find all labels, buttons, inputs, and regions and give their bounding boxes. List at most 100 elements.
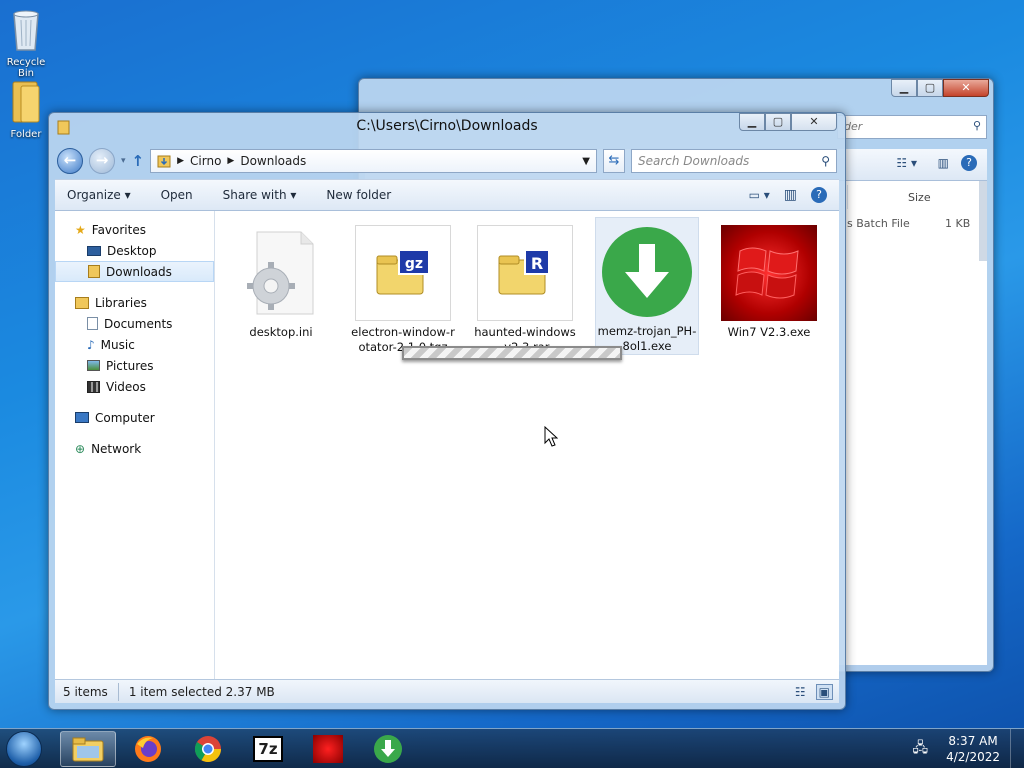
back-minimize-button[interactable]: ▁ — [891, 79, 917, 97]
settings-file-icon — [247, 231, 314, 315]
svg-text:gz: gz — [405, 256, 423, 272]
nav-videos[interactable]: Videos — [55, 376, 214, 397]
breadcrumb-chevron-icon[interactable]: ▶ — [227, 156, 234, 166]
back-search-input[interactable]: der ⚲ — [837, 115, 987, 139]
file-item[interactable]: gz electron-window-rotator-2.1.0.tgz — [351, 219, 455, 355]
documents-icon — [87, 317, 98, 330]
nav-pictures[interactable]: Pictures — [55, 355, 214, 376]
nav-desktop[interactable]: Desktop — [55, 240, 214, 261]
back-button[interactable]: ← — [57, 148, 83, 174]
breadcrumb[interactable]: ▶ Cirno ▶ Downloads ▼ — [150, 149, 597, 173]
breadcrumb-downloads[interactable]: Downloads — [240, 154, 306, 168]
search-icon: ⚲ — [821, 154, 830, 168]
drag-progress-strip — [402, 346, 622, 360]
nav-libraries-label: Libraries — [95, 295, 147, 310]
taskbar-win7-app[interactable] — [300, 731, 356, 767]
recent-pages-dropdown-icon[interactable]: ▾ — [121, 156, 126, 166]
details-view-icon[interactable]: ☷ — [795, 685, 806, 699]
network-tray-icon[interactable]: 🖧 — [912, 737, 928, 761]
nav-downloads[interactable]: Downloads — [55, 261, 214, 282]
preview-pane-icon[interactable]: ▥ — [784, 187, 797, 203]
desktop-icon — [87, 245, 101, 256]
file-list[interactable]: desktop.ini gz electron-window-rotator-2… — [215, 211, 839, 679]
clock[interactable]: 8:37 AM 4/2/2022 — [946, 733, 1000, 765]
nav-pictures-label: Pictures — [106, 358, 154, 373]
taskbar: 7z 🖧 8:37 AM 4/2/2022 — [0, 728, 1024, 768]
change-view-icon[interactable]: ▭ ▾ — [749, 188, 770, 202]
forward-button[interactable]: → — [89, 148, 115, 174]
download-arrow-icon — [602, 227, 692, 317]
file-name: Win7 V2.3.exe — [727, 325, 811, 339]
downloads-folder-icon — [88, 265, 100, 278]
download-arrow-icon — [374, 734, 402, 763]
help-icon[interactable]: ? — [961, 155, 977, 171]
taskbar-explorer[interactable] — [60, 730, 116, 767]
nav-downloads-label: Downloads — [106, 264, 172, 279]
title-bar[interactable]: C:\Users\Cirno\Downloads ▁ ▢ ✕ — [49, 113, 845, 143]
explorer-window[interactable]: C:\Users\Cirno\Downloads ▁ ▢ ✕ ← → ▾ ↑ ▶… — [48, 112, 846, 710]
row-size: 1 KB — [945, 217, 971, 230]
view-options-icon[interactable]: ☷ ▾ — [896, 156, 917, 170]
recycle-bin-label: Recycle Bin — [6, 57, 46, 79]
windows-start-icon — [6, 730, 42, 767]
close-button[interactable]: ✕ — [791, 113, 837, 131]
column-header-size[interactable]: Size — [847, 185, 965, 209]
nav-network[interactable]: ⊕ Network — [55, 438, 214, 459]
new-folder-button[interactable]: New folder — [326, 188, 391, 202]
organize-button[interactable]: Organize ▾ — [67, 188, 131, 202]
refresh-button[interactable]: ⇆ — [603, 149, 625, 173]
window-title: C:\Users\Cirno\Downloads — [356, 118, 538, 134]
nav-favorites[interactable]: ★ Favorites — [55, 219, 214, 240]
show-desktop-button[interactable] — [1010, 728, 1024, 768]
file-item[interactable]: Win7 V2.3.exe — [717, 219, 821, 340]
folder-label: Folder — [10, 129, 42, 140]
music-icon: ♪ — [87, 337, 95, 352]
breadcrumb-chevron-icon[interactable]: ▶ — [177, 156, 184, 166]
share-with-button[interactable]: Share with ▾ — [223, 188, 297, 202]
star-icon: ★ — [75, 222, 86, 237]
open-button[interactable]: Open — [161, 188, 193, 202]
nav-music[interactable]: ♪ Music — [55, 334, 214, 355]
large-icons-view-icon[interactable]: ▣ — [815, 683, 833, 700]
file-item-selected[interactable]: memz-trojan_PH-8ol1.exe — [595, 217, 699, 355]
downloads-folder-icon — [157, 155, 171, 168]
recycle-bin-icon — [13, 10, 39, 51]
search-icon: ⚲ — [972, 119, 981, 132]
maximize-button[interactable]: ▢ — [765, 113, 791, 131]
minimize-button[interactable]: ▁ — [739, 113, 765, 131]
nav-libraries[interactable]: Libraries — [55, 292, 214, 313]
back-scrollbar[interactable] — [979, 181, 987, 261]
command-bar: Organize ▾ Open Share with ▾ New folder … — [55, 179, 839, 211]
7zip-icon: 7z — [253, 735, 283, 762]
taskbar-memz-app[interactable] — [360, 731, 416, 767]
back-search-text: der — [844, 120, 863, 133]
nav-documents[interactable]: Documents — [55, 313, 214, 334]
start-button[interactable] — [0, 729, 48, 768]
back-maximize-button[interactable]: ▢ — [917, 79, 943, 97]
file-name: desktop.ini — [249, 325, 313, 339]
taskbar-firefox[interactable] — [120, 731, 176, 767]
file-item[interactable]: R haunted-windows-v2.3.rar — [473, 219, 577, 355]
mouse-cursor-icon — [544, 426, 558, 447]
folder-desktop-icon[interactable]: Folder — [0, 78, 52, 140]
nav-music-label: Music — [100, 337, 135, 352]
address-row: ← → ▾ ↑ ▶ Cirno ▶ Downloads ▼ ⇆ Search D… — [57, 146, 837, 176]
breadcrumb-cirno[interactable]: Cirno — [190, 154, 221, 168]
help-icon[interactable]: ? — [811, 187, 827, 203]
address-dropdown-icon[interactable]: ▼ — [582, 156, 590, 167]
file-item[interactable]: desktop.ini — [229, 219, 333, 340]
nav-computer[interactable]: Computer — [55, 407, 214, 428]
taskbar-chrome[interactable] — [180, 731, 236, 767]
back-close-button[interactable]: ✕ — [943, 79, 989, 97]
nav-videos-label: Videos — [106, 379, 146, 394]
preview-pane-icon[interactable]: ▥ — [938, 156, 949, 170]
svg-text:R: R — [531, 254, 543, 273]
search-input[interactable]: Search Downloads ⚲ — [631, 149, 837, 173]
videos-icon — [87, 380, 100, 393]
clock-time: 8:37 AM — [948, 733, 998, 748]
up-icon[interactable]: ↑ — [132, 152, 145, 170]
search-placeholder: Search Downloads — [638, 154, 750, 168]
taskbar-7zip[interactable]: 7z — [240, 731, 296, 767]
recycle-bin-desktop-icon[interactable]: Recycle Bin — [0, 8, 52, 79]
folder-icon — [12, 81, 40, 123]
